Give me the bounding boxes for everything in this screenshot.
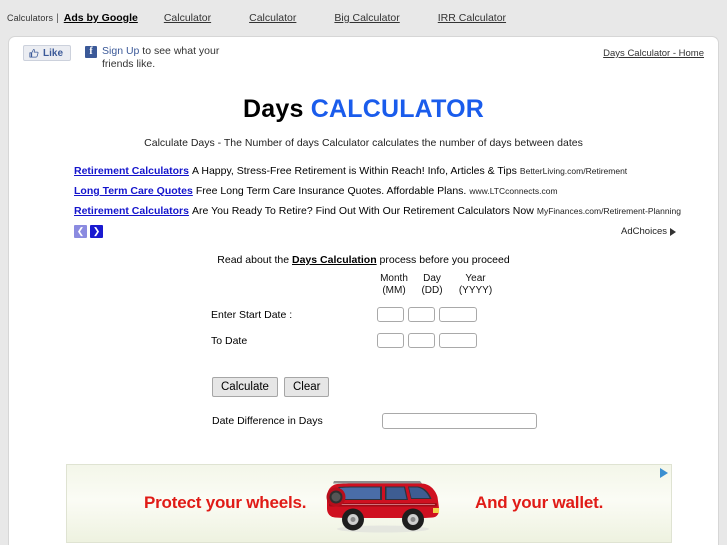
- adchoices-badge[interactable]: AdChoices: [621, 226, 676, 237]
- column-header-month-format: (MM): [382, 285, 406, 296]
- ad-link-irr-calculator[interactable]: IRR Calculator: [438, 12, 506, 24]
- text-ad-1-url: BetterLiving.com/Retirement: [519, 166, 628, 176]
- form-column-headers: Month (MM) Day (DD) Year (YYYY): [377, 273, 502, 297]
- text-ad-3-url: MyFinances.com/Retirement-Planning: [536, 206, 681, 216]
- column-header-year-name: Year: [465, 273, 486, 284]
- ad-link-big-calculator[interactable]: Big Calculator: [334, 12, 399, 24]
- text-ad-2-title[interactable]: Long Term Care Quotes: [74, 185, 193, 197]
- start-date-label: Enter Start Date :: [211, 308, 293, 321]
- start-date-day-input[interactable]: [408, 307, 435, 322]
- text-ad-2-description: Free Long Term Care Insurance Quotes. Af…: [195, 185, 467, 197]
- start-date-month-input[interactable]: [377, 307, 404, 322]
- to-date-month-input[interactable]: [377, 333, 404, 348]
- red-suv-illustration: [326, 481, 440, 533]
- column-header-day: Day (DD): [415, 273, 449, 297]
- facebook-f-icon: f: [85, 46, 98, 58]
- to-date-row: To Date: [211, 333, 481, 348]
- clear-button[interactable]: Clear: [283, 377, 330, 397]
- start-date-year-input[interactable]: [439, 307, 477, 322]
- facebook-like-label: Like: [43, 47, 64, 59]
- adchoices-label: AdChoices: [621, 226, 667, 237]
- facebook-signup-text: Sign Up to see what your friends like.: [102, 45, 232, 71]
- start-date-row: Enter Start Date :: [211, 307, 481, 322]
- facebook-signup-link[interactable]: Sign Up: [102, 45, 139, 57]
- to-date-year-input[interactable]: [439, 333, 477, 348]
- banner-ad-right-text: And your wallet.: [475, 493, 604, 512]
- column-header-month: Month (MM): [377, 273, 411, 297]
- column-header-day-name: Day: [423, 273, 441, 284]
- google-ads-bar: Calculators | Ads by Google Calculator C…: [0, 0, 727, 36]
- text-ad-2: Long Term Care Quotes Free Long Term Car…: [74, 185, 674, 198]
- ads-bar-prefix: Calculators: [7, 13, 54, 23]
- calculate-button[interactable]: Calculate: [212, 377, 278, 397]
- adchoices-triangle-icon: [670, 227, 676, 236]
- facebook-like-button[interactable]: Like: [23, 45, 72, 61]
- date-difference-output[interactable]: [382, 413, 537, 429]
- text-ad-2-url: www.LTCconnects.com: [469, 186, 558, 196]
- text-ad-1: Retirement Calculators A Happy, Stress-F…: [74, 165, 674, 178]
- read-about-suffix: process before you proceed: [376, 254, 510, 266]
- form-buttons: Calculate Clear: [212, 377, 330, 397]
- page-subtitle: Calculate Days - The Number of days Calc…: [144, 137, 583, 149]
- adchoices-triangle-icon[interactable]: [660, 468, 668, 478]
- column-header-year: Year (YYYY): [453, 273, 498, 297]
- banner-ad[interactable]: Protect your wheels. And your wallet.: [66, 464, 672, 543]
- page-container: Like f Sign Up to see what your friends …: [8, 36, 719, 545]
- text-ad-3: Retirement Calculators Are You Ready To …: [74, 205, 681, 218]
- page-title: Days CALCULATOR: [9, 95, 718, 124]
- text-ad-3-description: Are You Ready To Retire? Find Out With O…: [192, 205, 534, 217]
- text-ads-block: Retirement Calculators A Happy, Stress-F…: [74, 165, 681, 218]
- result-row: Date Difference in Days: [212, 413, 537, 429]
- page-title-accent: CALCULATOR: [310, 95, 484, 123]
- column-header-year-format: (YYYY): [458, 285, 493, 296]
- column-header-day-format: (DD): [421, 285, 443, 296]
- ad-link-calculator-1[interactable]: Calculator: [164, 12, 211, 24]
- column-header-month-name: Month: [380, 273, 408, 284]
- ads-by-google-link[interactable]: Ads by Google: [64, 12, 138, 24]
- text-ad-3-title[interactable]: Retirement Calculators: [74, 205, 189, 217]
- to-date-day-input[interactable]: [408, 333, 435, 348]
- thumbs-up-icon: [29, 48, 40, 59]
- result-label: Date Difference in Days: [212, 415, 323, 427]
- facebook-social-strip: Like f Sign Up to see what your friends …: [9, 37, 718, 73]
- date-difference-form: Month (MM) Day (DD) Year (YYYY) Enter St…: [9, 273, 718, 429]
- days-calculator-home-link[interactable]: Days Calculator - Home: [603, 48, 704, 59]
- chevron-left-icon[interactable]: ❮: [74, 225, 87, 238]
- page-title-plain: Days: [243, 95, 311, 123]
- read-about-note: Read about the Days Calculation process …: [9, 254, 718, 266]
- text-ad-1-description: A Happy, Stress-Free Retirement is Withi…: [192, 165, 517, 177]
- chevron-right-icon[interactable]: ❯: [90, 225, 103, 238]
- days-calculation-link[interactable]: Days Calculation: [292, 254, 377, 266]
- banner-ad-left-text: Protect your wheels.: [144, 493, 307, 512]
- text-ad-1-title[interactable]: Retirement Calculators: [74, 165, 189, 177]
- ads-bar-separator: |: [56, 12, 59, 24]
- ad-pagination: ❮ ❯ AdChoices: [74, 225, 718, 238]
- read-about-prefix: Read about the: [217, 254, 292, 266]
- to-date-label: To Date: [211, 334, 248, 347]
- ad-link-calculator-2[interactable]: Calculator: [249, 12, 296, 24]
